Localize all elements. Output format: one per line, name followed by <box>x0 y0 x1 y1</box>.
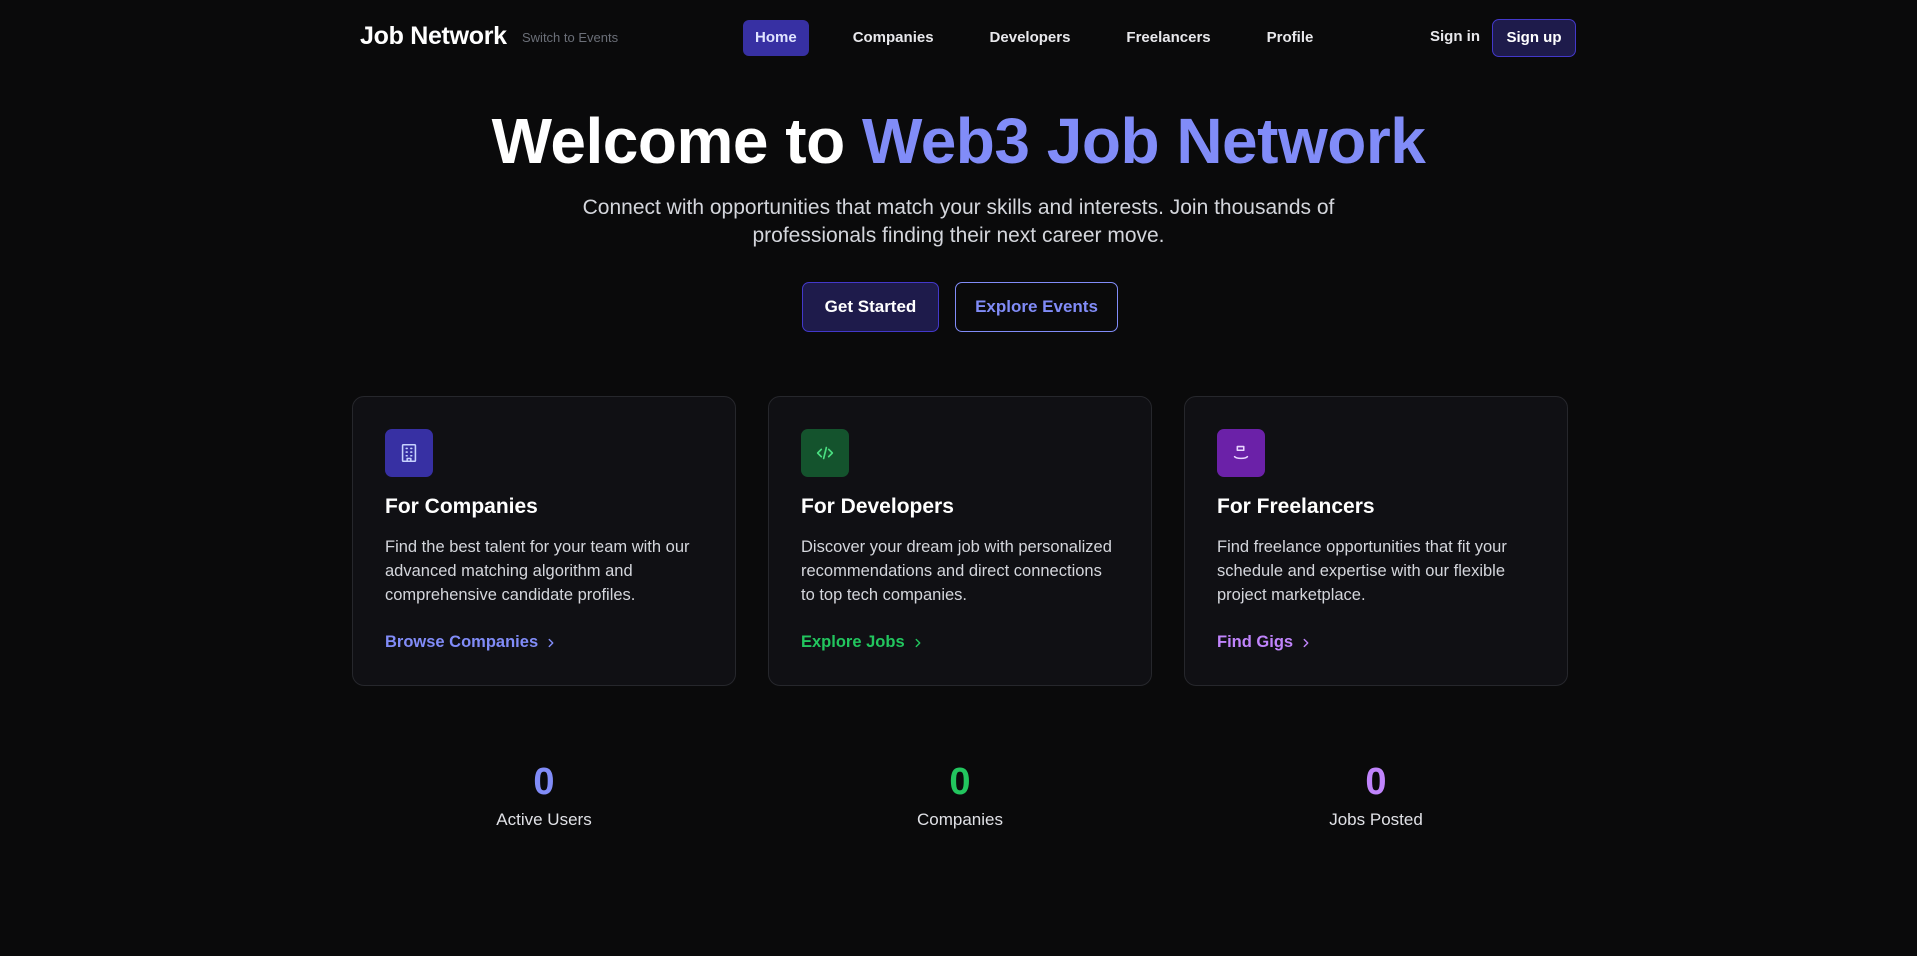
companies-card: For Companies Find the best talent for y… <box>352 396 736 686</box>
chevron-right-icon <box>1303 638 1309 647</box>
stat-companies: 0 Companies <box>760 760 1160 830</box>
nav-link-companies[interactable]: Companies <box>841 20 946 56</box>
code-icon <box>801 429 849 477</box>
briefcase-icon <box>1217 429 1265 477</box>
explore-jobs-link[interactable]: Explore Jobs <box>801 633 925 652</box>
chevron-right-icon <box>915 638 921 647</box>
stat-jobs-posted: 0 Jobs Posted <box>1176 760 1576 830</box>
brand-logo[interactable]: Job Network <box>360 22 507 51</box>
nav-link-home[interactable]: Home <box>743 20 809 56</box>
nav-link-freelancers[interactable]: Freelancers <box>1114 20 1222 56</box>
card-link-label: Find Gigs <box>1217 633 1294 651</box>
hero-title-prefix: Welcome to <box>491 105 862 177</box>
nav-link-profile[interactable]: Profile <box>1255 20 1326 56</box>
card-description: Find the best talent for your team with … <box>385 538 690 604</box>
developers-card: For Developers Discover your dream job w… <box>768 396 1152 686</box>
sign-up-button[interactable]: Sign up <box>1492 19 1576 57</box>
stat-value: 0 <box>949 761 971 803</box>
stat-label: Active Users <box>496 810 592 829</box>
get-started-button[interactable]: Get Started <box>802 282 939 332</box>
card-title: For Freelancers <box>1217 495 1375 518</box>
stat-active-users: 0 Active Users <box>344 760 744 830</box>
hero-title-accent: Web3 Job Network <box>861 105 1426 177</box>
find-gigs-link[interactable]: Find Gigs <box>1217 633 1313 652</box>
card-title: For Developers <box>801 495 954 518</box>
card-title: For Companies <box>385 495 538 518</box>
chevron-right-icon <box>548 638 554 647</box>
switch-to-events-link[interactable]: Switch to Events <box>522 30 618 45</box>
explore-events-button[interactable]: Explore Events <box>955 282 1118 332</box>
stat-value: 0 <box>533 761 555 803</box>
building-icon <box>385 429 433 477</box>
stat-label: Jobs Posted <box>1329 810 1423 829</box>
card-link-label: Explore Jobs <box>801 633 905 651</box>
freelancers-card: For Freelancers Find freelance opportuni… <box>1184 396 1568 686</box>
card-description: Find freelance opportunities that fit yo… <box>1217 538 1507 604</box>
nav-link-developers[interactable]: Developers <box>978 20 1083 56</box>
stat-label: Companies <box>917 810 1003 829</box>
hero-subtitle: Connect with opportunities that match yo… <box>582 196 1335 247</box>
hero-title: Welcome to Web3 Job Network <box>0 104 1917 178</box>
nav-links: Home Companies Developers Freelancers Pr… <box>743 20 1357 56</box>
sign-in-link[interactable]: Sign in <box>1430 28 1480 45</box>
card-description: Discover your dream job with personalize… <box>801 538 1112 604</box>
browse-companies-link[interactable]: Browse Companies <box>385 633 558 652</box>
card-link-label: Browse Companies <box>385 633 539 651</box>
top-navbar: Job Network Switch to Events Home Compan… <box>0 0 1917 76</box>
stat-value: 0 <box>1365 761 1387 803</box>
